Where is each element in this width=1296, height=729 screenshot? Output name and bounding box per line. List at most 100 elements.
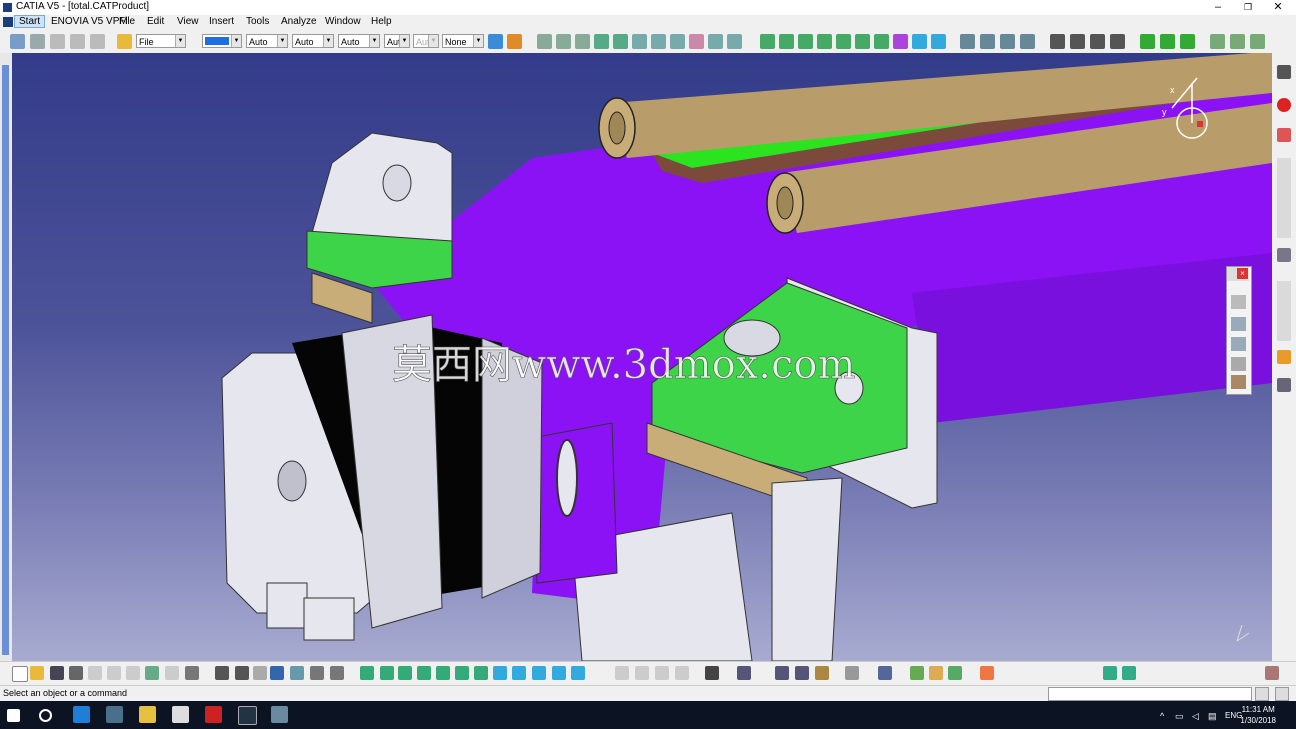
new-icon[interactable]	[10, 34, 25, 49]
selective-load-icon[interactable]	[689, 34, 704, 49]
menu-help[interactable]: Help	[371, 16, 392, 27]
material-2-icon[interactable]	[948, 666, 962, 680]
menu-enovia[interactable]: ENOVIA V5 VPM	[51, 16, 128, 27]
paint-icon[interactable]	[488, 34, 503, 49]
app-icon[interactable]	[106, 706, 123, 723]
pan-icon[interactable]	[398, 666, 412, 680]
settings-icon[interactable]	[1277, 378, 1291, 392]
store-icon[interactable]	[172, 706, 189, 723]
numbering-icon[interactable]	[670, 34, 685, 49]
none-combo[interactable]: None ▼	[442, 34, 484, 48]
hide-show-icon[interactable]	[552, 666, 566, 680]
restore-button[interactable]: ❐	[1233, 0, 1263, 15]
floating-close-icon[interactable]: ×	[1237, 268, 1248, 279]
color-combo[interactable]: ▼	[202, 34, 242, 48]
redo-icon[interactable]	[165, 666, 179, 680]
whats-this-icon[interactable]	[185, 666, 199, 680]
sketch-icon[interactable]	[1103, 666, 1117, 680]
autocad-icon[interactable]	[205, 706, 222, 723]
measure-icon[interactable]	[1110, 34, 1125, 49]
grid-icon[interactable]	[980, 666, 994, 680]
tray-up-icon[interactable]: ^	[1160, 711, 1164, 721]
floating-toolbar[interactable]: ×	[1226, 266, 1252, 395]
layer-combo[interactable]: Aut ▼	[384, 34, 410, 48]
brush-icon[interactable]	[507, 34, 522, 49]
part-icon[interactable]	[556, 34, 571, 49]
command-button-1[interactable]	[1255, 687, 1269, 701]
angle-icon[interactable]	[817, 34, 832, 49]
measure-between-icon[interactable]	[1231, 295, 1246, 309]
new-document-icon[interactable]	[12, 666, 28, 682]
component-icon[interactable]	[575, 34, 590, 49]
manage-rep-icon[interactable]	[708, 34, 723, 49]
menu-tools[interactable]: Tools	[246, 16, 269, 27]
menu-view[interactable]: View	[177, 16, 199, 27]
reuse-pattern-icon[interactable]	[931, 34, 946, 49]
measure-item-icon[interactable]	[1231, 317, 1246, 331]
catalog-icon[interactable]	[1210, 34, 1225, 49]
offset-icon[interactable]	[798, 34, 813, 49]
clash-icon[interactable]	[1050, 34, 1065, 49]
snap-icon[interactable]	[980, 34, 995, 49]
left-bracket-rod[interactable]	[382, 164, 412, 202]
paste-icon[interactable]	[126, 666, 140, 680]
scene-icon[interactable]	[1250, 34, 1265, 49]
contact-icon[interactable]	[779, 34, 794, 49]
quick-constraint-icon[interactable]	[874, 34, 889, 49]
notification-icon[interactable]: ▤	[1208, 711, 1217, 722]
undo-icon[interactable]	[145, 666, 159, 680]
formula-icon[interactable]	[215, 666, 229, 680]
catalog-browser-icon[interactable]	[330, 666, 344, 680]
pdf-icon[interactable]	[1277, 128, 1291, 142]
fit-all-icon[interactable]	[380, 666, 394, 680]
edge-icon[interactable]	[73, 706, 90, 723]
command-input[interactable]	[1048, 687, 1252, 701]
simulation-icon[interactable]	[737, 666, 751, 680]
bom-analysis-icon[interactable]	[1231, 375, 1246, 389]
fix-together-icon[interactable]	[855, 34, 870, 49]
stop-icon[interactable]	[1277, 98, 1291, 112]
material-icon[interactable]	[929, 666, 943, 680]
properties-icon[interactable]	[30, 34, 45, 49]
lower-arm[interactable]	[771, 477, 843, 661]
volume-icon[interactable]: ◁	[1192, 711, 1199, 722]
network-icon[interactable]: ▭	[1175, 711, 1184, 722]
fly-mode-icon[interactable]	[360, 666, 374, 680]
menu-analyze[interactable]: Analyze	[281, 16, 317, 27]
analysis-icon[interactable]	[1231, 357, 1246, 371]
sectioning-icon[interactable]	[1070, 34, 1085, 49]
other-app-icon[interactable]	[271, 706, 288, 723]
fast-multi-instantiation-icon[interactable]	[727, 34, 742, 49]
linetype-combo[interactable]: Auto ▼	[246, 34, 288, 48]
manipulation-icon[interactable]	[960, 34, 975, 49]
publish-icon[interactable]	[795, 666, 809, 680]
minimize-button[interactable]: –	[1203, 0, 1233, 15]
measure-inertia-icon[interactable]	[1231, 337, 1246, 351]
catia-task-icon[interactable]	[238, 706, 257, 725]
update-all-icon[interactable]	[1160, 34, 1175, 49]
knowledge-icon[interactable]	[235, 666, 249, 680]
motor-connector-2[interactable]	[303, 597, 355, 641]
flexible-icon[interactable]	[893, 34, 908, 49]
transparency-combo[interactable]: Auto ▼	[338, 34, 380, 48]
menu-start[interactable]: Start	[14, 15, 46, 28]
product-icon[interactable]	[537, 34, 552, 49]
compass-tool-icon[interactable]	[290, 666, 304, 680]
shading-icon[interactable]	[532, 666, 546, 680]
search-icon[interactable]	[39, 709, 52, 722]
print-icon[interactable]	[69, 666, 83, 680]
normal-view-icon[interactable]	[474, 666, 488, 680]
motor-connector[interactable]	[266, 582, 308, 629]
positioning-icon[interactable]	[613, 34, 628, 49]
change-constraint-icon[interactable]	[912, 34, 927, 49]
filter-icon[interactable]	[70, 34, 85, 49]
layer-icon[interactable]	[50, 34, 65, 49]
bottle-icon[interactable]	[815, 666, 829, 680]
existing-component-icon[interactable]	[594, 34, 609, 49]
cut-icon[interactable]	[88, 666, 102, 680]
clock[interactable]: 11:31 AM 1/30/2018	[1240, 704, 1276, 726]
copy-icon[interactable]	[107, 666, 121, 680]
command-button-2[interactable]	[1275, 687, 1289, 701]
scroll-thumb[interactable]	[2, 65, 9, 655]
iso-view-icon[interactable]	[512, 666, 526, 680]
